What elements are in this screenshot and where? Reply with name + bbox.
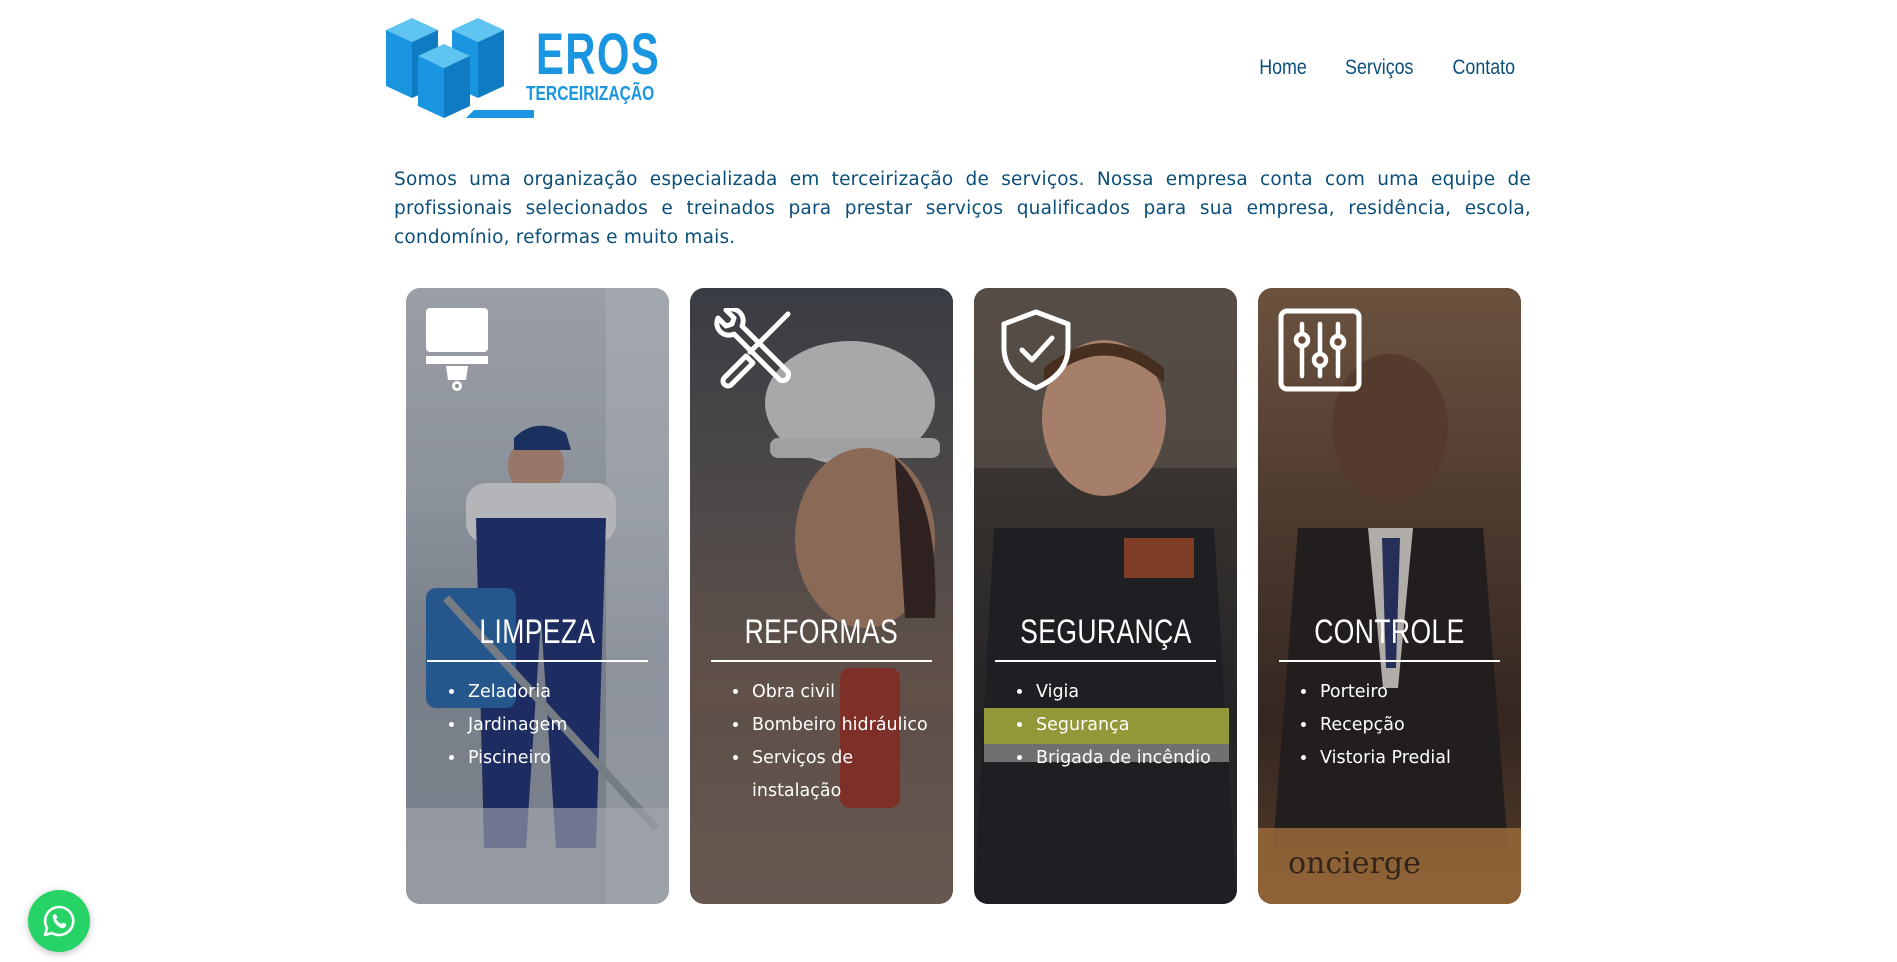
list-item: Recepção [1318,709,1507,742]
list-item: Piscineiro [466,742,655,775]
tools-icon [714,308,792,389]
logo-cubes-icon [386,18,534,118]
service-card-seguranca[interactable]: SEGURANÇA Vigia Segurança Brigada de inc… [974,288,1237,904]
card-title: LIMPEZA [479,613,596,651]
list-item: Segurança [1034,709,1223,742]
nav-link-home[interactable]: Home [1259,56,1307,80]
card-title: REFORMAS [744,613,899,651]
card-title: CONTROLE [1314,613,1465,651]
whatsapp-button[interactable] [28,890,90,952]
list-item: Obra civil [750,676,939,709]
list-item: Bombeiro hidráulico [750,709,939,742]
card-service-list: Zeladoria Jardinagem Piscineiro [426,676,655,775]
service-card-reformas[interactable]: REFORMAS Obra civil Bombeiro hidráulico … [690,288,953,904]
service-cards: LIMPEZA Zeladoria Jardinagem Piscineiro [406,288,1521,904]
card-divider [711,660,932,662]
nav-link-servicos[interactable]: Serviços [1345,56,1413,80]
list-item: Vigia [1034,676,1223,709]
intro-paragraph: Somos uma organização especializada em t… [394,169,1531,248]
page: EROS TERCEIRIZAÇÃO Home Serviços Contato… [0,0,1897,962]
list-item: Brigada de incêndio [1034,742,1223,775]
service-card-controle[interactable]: oncierge CONTROLE Porteiro Recepçã [1258,288,1521,904]
logo[interactable]: EROS TERCEIRIZAÇÃO [384,16,659,120]
card-divider [427,660,648,662]
card-service-list: Obra civil Bombeiro hidráulico Serviços … [710,676,939,808]
list-item: Jardinagem [466,709,655,742]
card-service-list: Vigia Segurança Brigada de incêndio [994,676,1223,775]
logo-subtitle: TERCEIRIZAÇÃO [526,83,655,105]
logo-wordmark: EROS [536,22,661,87]
sliders-icon [1278,308,1362,392]
main-nav: Home Serviços Contato [1255,56,1521,80]
card-title: SEGURANÇA [1019,613,1192,651]
paint-scraper-icon [426,308,488,391]
card-service-list: Porteiro Recepção Vistoria Predial [1278,676,1507,775]
list-item: Zeladoria [466,676,655,709]
whatsapp-icon [43,905,75,937]
list-item: Porteiro [1318,676,1507,709]
card-divider [1279,660,1500,662]
card-divider [995,660,1216,662]
shield-check-icon [1001,309,1071,391]
list-item: Serviços de instalação [750,742,939,808]
service-card-limpeza[interactable]: LIMPEZA Zeladoria Jardinagem Piscineiro [406,288,669,904]
nav-link-contato[interactable]: Contato [1453,56,1516,80]
list-item: Vistoria Predial [1318,742,1507,775]
